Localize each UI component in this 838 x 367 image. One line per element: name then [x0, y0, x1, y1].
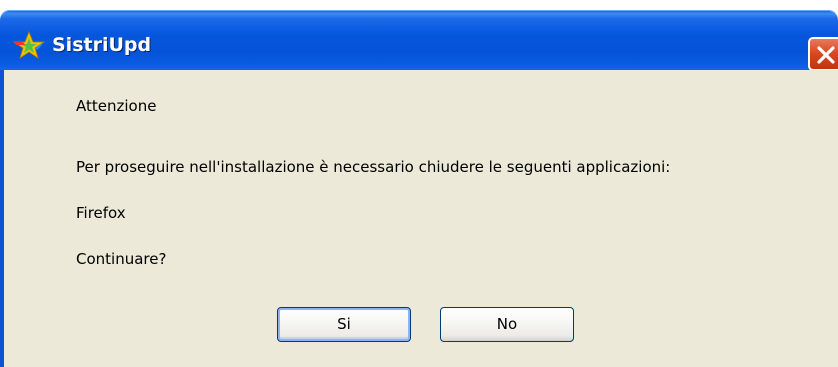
- no-button[interactable]: No: [440, 307, 574, 342]
- application-list: Firefox: [76, 204, 126, 222]
- dialog-window: SistriUpd Attenzione Per proseguire nell…: [0, 0, 838, 367]
- message-body: Per proseguire nell'installazione è nece…: [76, 158, 671, 176]
- close-icon: [817, 46, 835, 64]
- close-button[interactable]: [808, 37, 838, 71]
- star-icon: [12, 30, 46, 59]
- message-heading: Attenzione: [76, 97, 157, 115]
- confirmation-question: Continuare?: [76, 250, 167, 268]
- yes-button[interactable]: Si: [277, 307, 411, 342]
- window-title: SistriUpd: [52, 34, 152, 56]
- title-bar[interactable]: SistriUpd: [0, 10, 838, 71]
